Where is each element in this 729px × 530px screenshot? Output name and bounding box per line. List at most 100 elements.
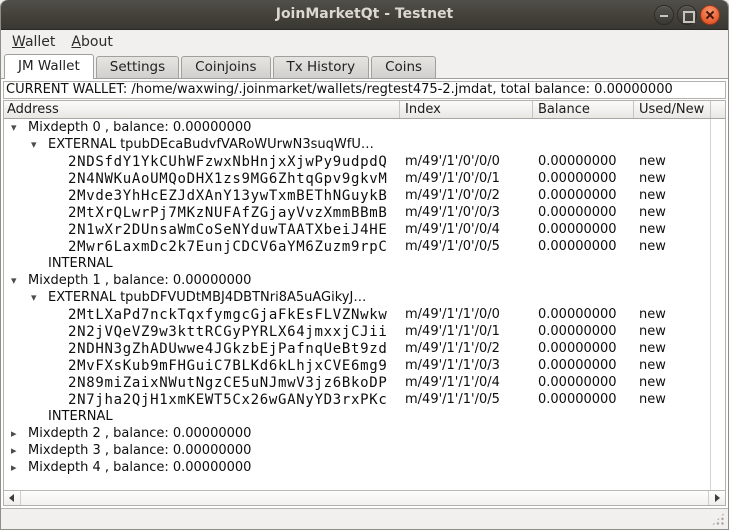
index-cell: m/49'/1'/1'/0/5 (399, 392, 532, 407)
column-header-index[interactable]: Index (399, 101, 532, 118)
collapsed-arrow-icon[interactable]: ▸ (8, 442, 28, 459)
index-cell: m/49'/1'/1'/0/0 (399, 307, 532, 322)
menu-item-wallet[interactable]: Wallet (4, 32, 63, 52)
resize-grip-icon[interactable] (711, 512, 725, 526)
expanded-arrow-icon[interactable]: ▾ (28, 289, 48, 306)
used-new-cell: new (633, 375, 710, 390)
tree-row-address[interactable]: 2N89miZaixNWutNgzCE5uNJmwV3jz6BkoDP m/49'… (4, 374, 725, 391)
menu-item-about[interactable]: About (63, 32, 120, 52)
tree-row-address[interactable]: 2MtXrQLwrPj7MKzNUFAfZGjayVvzXmmBBmBm/49'… (4, 204, 725, 221)
balance-cell: 0.00000000 (532, 324, 633, 339)
tree-row-address[interactable]: 2NDHN3gZhADUwwe4JGkzbEjPafnqUeBt9zd m/49'… (4, 340, 725, 357)
used-new-cell: new (633, 171, 710, 186)
index-cell: m/49'/1'/0'/0/5 (399, 239, 532, 254)
row-label: 2NDHN3gZhADUwwe4JGkzbEjPafnqUeBt9zd (68, 341, 388, 357)
tree-header: AddressIndexBalanceUsed/New (4, 101, 725, 119)
row-label: 2N1wXr2DUnsaWmCoSeNYduwTAATXbeiJ4HE (68, 222, 388, 238)
close-button[interactable] (700, 5, 720, 25)
tab-coinjoins[interactable]: Coinjoins (181, 56, 270, 78)
collapsed-arrow-icon[interactable]: ▸ (8, 425, 28, 442)
tab-tx-history[interactable]: Tx History (273, 56, 370, 78)
tree-row-address[interactable]: 2NDSfdY1YkCUhWFzwxNbHnjxXjwPy9udpdQ m/49'… (4, 153, 725, 170)
used-new-cell: new (633, 154, 710, 169)
row-label: 2N4NWKuAoUMQoDHX1zs9MG6ZhtqGpv9gkvM (68, 171, 388, 187)
balance-cell: 0.00000000 (532, 392, 633, 407)
row-label: 2Mvde3YhHcEZJdXAnY13ywTxmBEThNGuykB (68, 188, 388, 204)
tab-settings[interactable]: Settings (96, 56, 179, 78)
used-new-cell: new (633, 307, 710, 322)
used-new-cell: new (633, 205, 710, 220)
tree-row-mixdepth[interactable]: ▾Mixdepth 0 , balance: 0.00000000 (4, 119, 725, 136)
scroll-right-arrow-icon[interactable] (708, 491, 725, 505)
column-edge-divider (710, 119, 711, 490)
row-label: Mixdepth 2 , balance: 0.00000000 (28, 426, 251, 441)
tree-row-address[interactable]: 2Mvde3YhHcEZJdXAnY13ywTxmBEThNGuykB m/49'… (4, 187, 725, 204)
minimize-button[interactable] (654, 5, 674, 25)
balance-cell: 0.00000000 (532, 222, 633, 237)
titlebar[interactable]: JoinMarketQt - Testnet (1, 0, 728, 30)
tab-coins[interactable]: Coins (371, 56, 436, 78)
application-window: JoinMarketQt - Testnet WalletAbout JM Wa… (0, 0, 729, 530)
expanded-arrow-icon[interactable]: ▾ (28, 136, 48, 153)
balance-cell: 0.00000000 (532, 188, 633, 203)
index-cell: m/49'/1'/1'/0/4 (399, 375, 532, 390)
row-label: Mixdepth 3 , balance: 0.00000000 (28, 443, 251, 458)
window-controls (654, 5, 720, 25)
expanded-arrow-icon[interactable]: ▾ (8, 272, 28, 289)
tree-row-address[interactable]: 2MvFXsKub9mFHGuiC7BLKd6kLhjxCVE6mg9m/49'… (4, 357, 725, 374)
horizontal-scrollbar[interactable] (4, 490, 725, 505)
tree-row-account[interactable]: INTERNAL (4, 255, 725, 272)
row-label: EXTERNAL tpubDFVUDtMBJ4DBTNri8A5uAGikyJ… (48, 290, 366, 305)
row-label: 2NDSfdY1YkCUhWFzwxNbHnjxXjwPy9udpdQ (68, 154, 388, 170)
scrollbar-track[interactable] (21, 491, 708, 505)
scroll-left-arrow-icon[interactable] (4, 491, 21, 505)
maximize-button[interactable] (677, 5, 697, 25)
index-cell: m/49'/1'/0'/0/4 (399, 222, 532, 237)
index-cell: m/49'/1'/0'/0/0 (399, 154, 532, 169)
used-new-cell: new (633, 188, 710, 203)
index-cell: m/49'/1'/1'/0/1 (399, 324, 532, 339)
row-label: 2Mwr6LaxmDc2k7EunjCDCV6aYM6Zuzm9rpC (68, 239, 388, 255)
tree-row-account[interactable]: ▾EXTERNAL tpubDFVUDtMBJ4DBTNri8A5uAGikyJ… (4, 289, 725, 306)
tab-bar: JM WalletSettingsCoinjoinsTx HistoryCoin… (1, 53, 728, 78)
tab-jm-wallet[interactable]: JM Wallet (4, 54, 94, 79)
tree-row-address[interactable]: 2N2jVQeVZ9w3kttRCGyPYRLX64jmxxjCJiim/49'… (4, 323, 725, 340)
balance-cell: 0.00000000 (532, 205, 633, 220)
row-label: INTERNAL (48, 256, 113, 271)
balance-cell: 0.00000000 (532, 307, 633, 322)
header-filler (710, 101, 725, 118)
index-cell: m/49'/1'/0'/0/2 (399, 188, 532, 203)
balance-cell: 0.00000000 (532, 239, 633, 254)
index-cell: m/49'/1'/1'/0/2 (399, 341, 532, 356)
row-label: 2MvFXsKub9mFHGuiC7BLKd6kLhjxCVE6mg9 (68, 358, 388, 374)
row-label: 2MtXrQLwrPj7MKzNUFAfZGjayVvzXmmBBmB (68, 205, 388, 221)
window-title: JoinMarketQt - Testnet (1, 0, 728, 29)
used-new-cell: new (633, 392, 710, 407)
tree-row-address[interactable]: 2MtLXaPd7nckTqxfymgcGjaFkEsFLVZNwkwm/49'… (4, 306, 725, 323)
balance-cell: 0.00000000 (532, 171, 633, 186)
column-header-balance[interactable]: Balance (532, 101, 633, 118)
tree-row-address[interactable]: 2N7jha2QjH1xmKEWT5Cx26wGANyYD3rxPKcm/49'… (4, 391, 725, 408)
column-header-used-new[interactable]: Used/New (633, 101, 710, 118)
tab-page-jm-wallet: CURRENT WALLET: /home/waxwing/.joinmarke… (1, 78, 728, 509)
row-label: Mixdepth 1 , balance: 0.00000000 (28, 273, 251, 288)
tree-row-account[interactable]: ▾EXTERNAL tpubDEcaBudvfVARoWUrwN3suqWfU… (4, 136, 725, 153)
expanded-arrow-icon[interactable]: ▾ (8, 119, 28, 136)
tree-row-account[interactable]: INTERNAL (4, 408, 725, 425)
balance-cell: 0.00000000 (532, 358, 633, 373)
tree-row-mixdepth[interactable]: ▸Mixdepth 4 , balance: 0.00000000 (4, 459, 725, 476)
tree-row-mixdepth[interactable]: ▸Mixdepth 3 , balance: 0.00000000 (4, 442, 725, 459)
balance-cell: 0.00000000 (532, 375, 633, 390)
tree-rows: ▾Mixdepth 0 , balance: 0.00000000▾EXTERN… (4, 119, 725, 490)
row-label: Mixdepth 4 , balance: 0.00000000 (28, 460, 251, 475)
column-header-address[interactable]: Address (4, 101, 399, 118)
row-label: 2N89miZaixNWutNgzCE5uNJmwV3jz6BkoDP (68, 375, 388, 391)
balance-cell: 0.00000000 (532, 341, 633, 356)
tree-row-address[interactable]: 2Mwr6LaxmDc2k7EunjCDCV6aYM6Zuzm9rpC m/49'… (4, 238, 725, 255)
row-label: EXTERNAL tpubDEcaBudvfVARoWUrwN3suqWfU… (48, 137, 374, 152)
tree-row-mixdepth[interactable]: ▸Mixdepth 2 , balance: 0.00000000 (4, 425, 725, 442)
tree-row-address[interactable]: 2N4NWKuAoUMQoDHX1zs9MG6ZhtqGpv9gkvMm/49'… (4, 170, 725, 187)
collapsed-arrow-icon[interactable]: ▸ (8, 459, 28, 476)
tree-row-mixdepth[interactable]: ▾Mixdepth 1 , balance: 0.00000000 (4, 272, 725, 289)
tree-row-address[interactable]: 2N1wXr2DUnsaWmCoSeNYduwTAATXbeiJ4HE m/49'… (4, 221, 725, 238)
